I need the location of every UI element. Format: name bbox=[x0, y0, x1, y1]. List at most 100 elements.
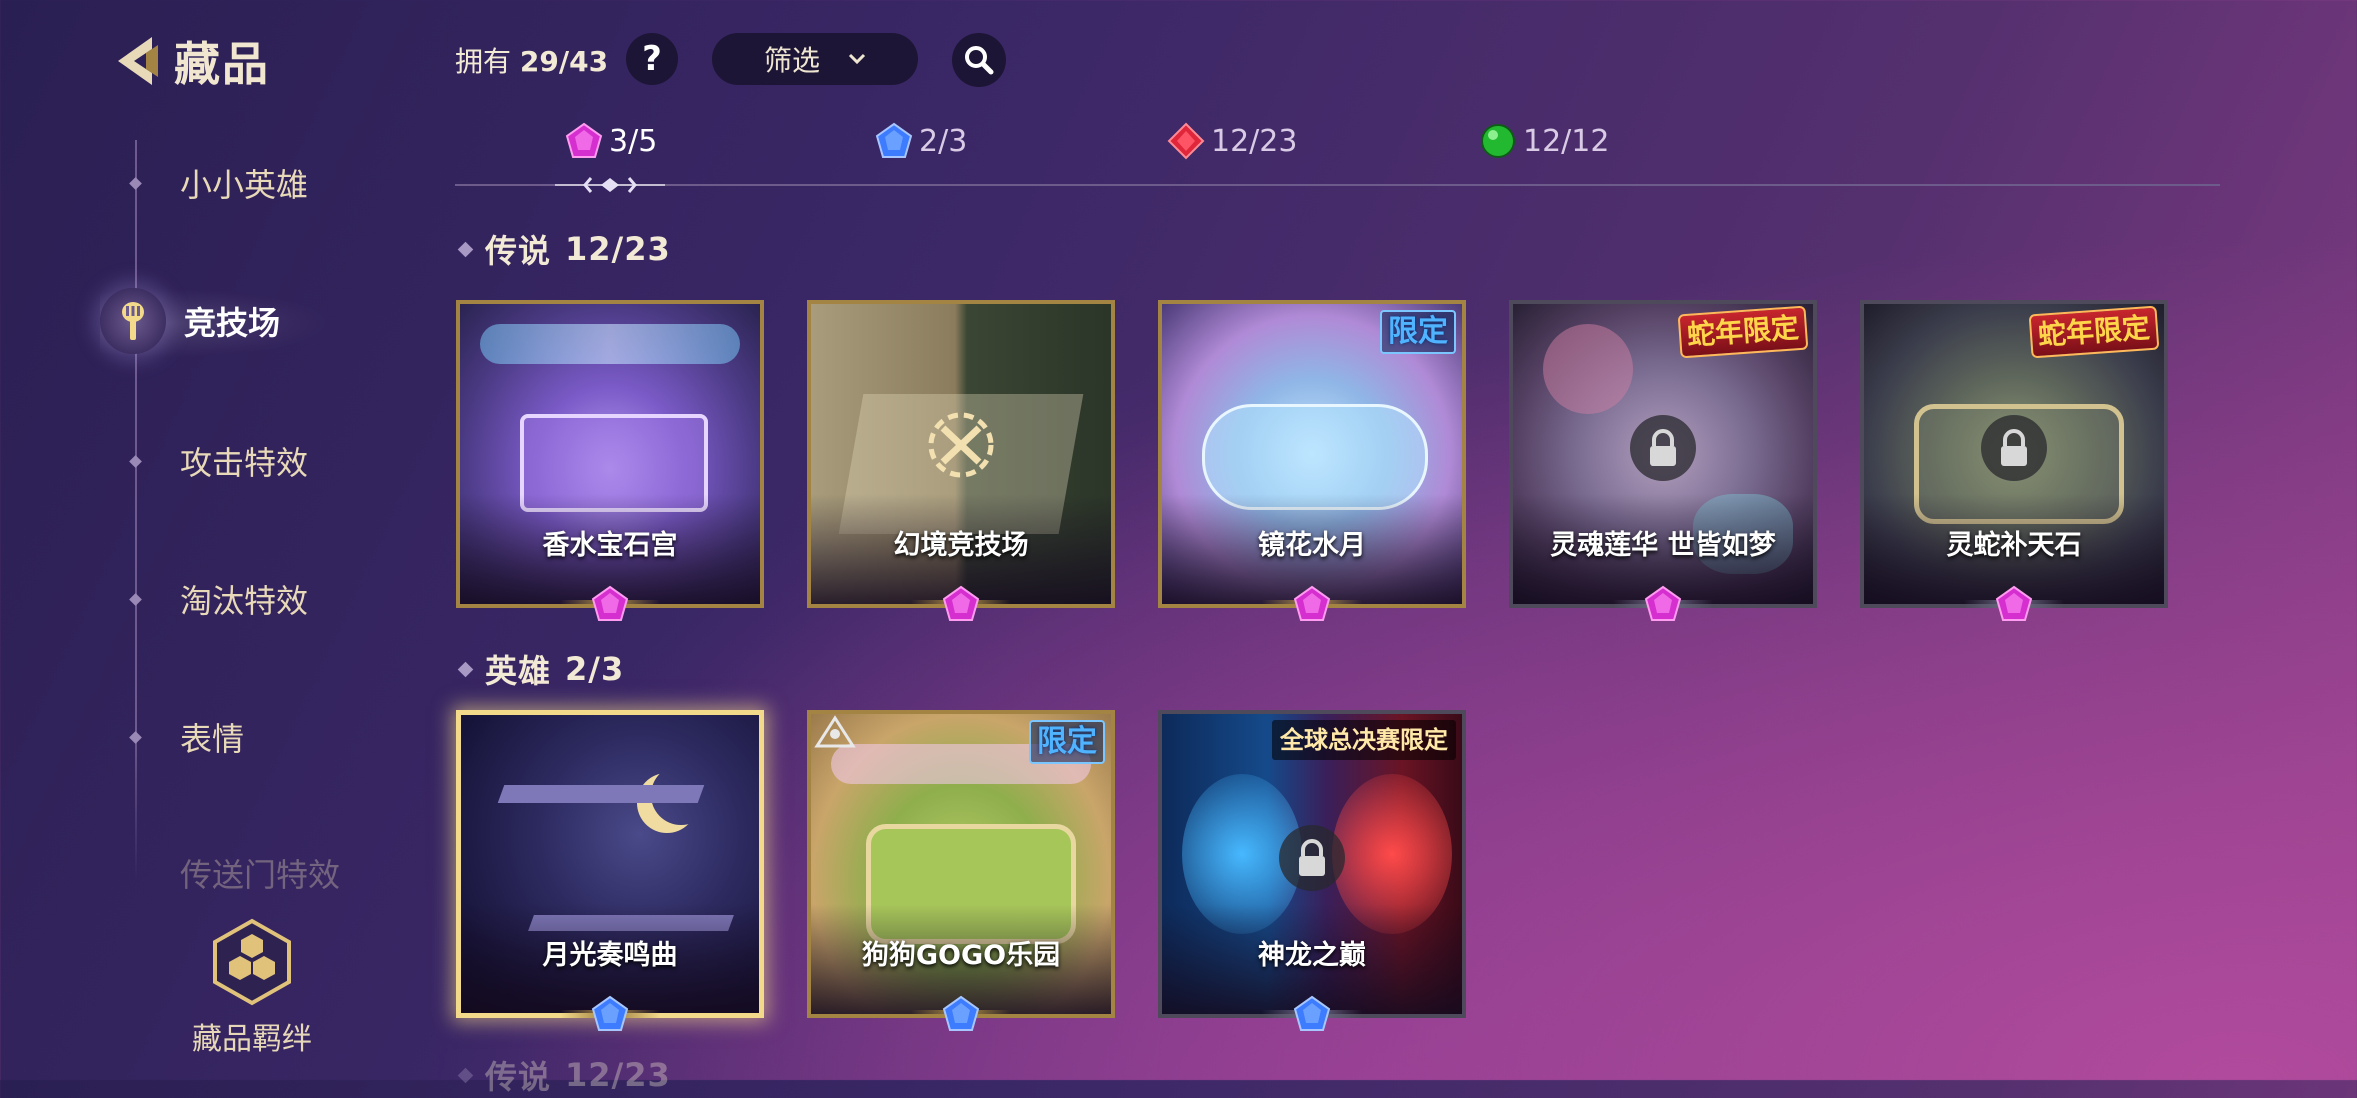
sidebar-item-label: 攻击特效 bbox=[180, 444, 309, 482]
sidebar-item-little-legends[interactable]: 小小英雄 bbox=[120, 160, 308, 206]
limited-tag: 限定 bbox=[1380, 310, 1456, 354]
purple-gem-icon bbox=[591, 585, 629, 621]
search-icon bbox=[965, 46, 994, 75]
arena-card[interactable]: 全球总决赛限定 神龙之巅 bbox=[1158, 710, 1466, 1031]
section-count: 2/3 bbox=[565, 650, 625, 688]
purple-gem-icon bbox=[1644, 585, 1682, 621]
back-button[interactable]: 藏品 bbox=[108, 28, 270, 94]
arena-name: 灵蛇补天石 bbox=[1946, 530, 2082, 561]
sidebar-item-label: 传送门特效 bbox=[180, 856, 341, 894]
workshop-tools-icon bbox=[928, 412, 994, 478]
chevron-down-icon bbox=[848, 53, 866, 65]
rarity-gem bbox=[555, 994, 665, 1034]
sidebar-item-label: 竞技场 bbox=[184, 304, 281, 342]
sidebar-item-arena[interactable]: 竞技场 bbox=[100, 288, 281, 354]
section-header-epic: 英雄 2/3 bbox=[457, 646, 625, 692]
owned-count: 拥有 29/43 bbox=[455, 40, 608, 80]
tab-count: 12/12 bbox=[1523, 123, 1610, 159]
section-diamond-icon bbox=[457, 661, 474, 677]
rarity-gem bbox=[1257, 584, 1367, 624]
nav-dot bbox=[129, 592, 142, 606]
rarity-gem bbox=[1959, 584, 2069, 624]
tab-red[interactable]: 12/23 bbox=[1167, 122, 1297, 160]
lock-icon bbox=[1279, 824, 1345, 891]
sidebar-item-portal-effects[interactable]: 传送门特效 bbox=[120, 850, 340, 896]
page-title: 藏品 bbox=[174, 37, 270, 91]
rarity-gem bbox=[1608, 584, 1718, 624]
tabs-divider bbox=[455, 184, 2220, 186]
owned-value: 29/43 bbox=[519, 45, 609, 78]
rarity-tabs: 3/5 2/3 12/23 12/12 bbox=[455, 122, 2220, 193]
arena-name: 灵魂莲华 世皆如梦 bbox=[1550, 530, 1776, 561]
tab-count: 3/5 bbox=[609, 123, 658, 159]
lock-icon bbox=[1630, 414, 1696, 481]
tab-count: 2/3 bbox=[919, 123, 968, 159]
section-header-legendary-2: 传说 12/23 bbox=[457, 1052, 671, 1098]
sidebar-item-label: 表情 bbox=[180, 720, 245, 758]
sidebar-item-label: 淘汰特效 bbox=[180, 582, 309, 620]
help-icon: ? bbox=[642, 39, 662, 79]
filter-dropdown[interactable]: 筛选 bbox=[712, 33, 918, 85]
arena-card[interactable]: 限定 狗狗GOGO乐园 bbox=[807, 710, 1115, 1031]
arena-name: 狗狗GOGO乐园 bbox=[861, 940, 1061, 971]
arena-card[interactable]: 香水宝石宫 bbox=[456, 300, 764, 621]
section-header-legendary: 传说 12/23 bbox=[457, 226, 671, 272]
rarity-gem bbox=[1257, 994, 1367, 1034]
rarity-gem bbox=[906, 994, 1016, 1034]
section-count: 12/23 bbox=[565, 230, 671, 268]
sidebar-item-emotes[interactable]: 表情 bbox=[120, 714, 244, 760]
section-title: 英雄 bbox=[485, 652, 552, 690]
nav-dot bbox=[129, 176, 142, 190]
nav-dot bbox=[129, 454, 142, 468]
arena-name: 月光奏鸣曲 bbox=[542, 940, 678, 971]
rarity-gem bbox=[555, 584, 665, 624]
worlds-limited-tag: 全球总决赛限定 bbox=[1272, 720, 1456, 760]
red-gem-icon bbox=[1167, 122, 1205, 160]
purple-gem-icon bbox=[942, 585, 980, 621]
section-diamond-icon bbox=[457, 241, 474, 257]
section-diamond-icon bbox=[457, 1067, 474, 1083]
sidebar-item-elimination-effects[interactable]: 淘汰特效 bbox=[120, 576, 308, 622]
arena-card[interactable]: 蛇年限定 灵蛇补天石 bbox=[1860, 300, 2168, 621]
tab-green[interactable]: 12/12 bbox=[1479, 122, 1609, 160]
blue-gem-icon bbox=[591, 995, 629, 1031]
filter-label: 筛选 bbox=[763, 44, 820, 77]
sidebar-item-attack-effects[interactable]: 攻击特效 bbox=[120, 438, 308, 484]
arena-name: 镜花水月 bbox=[1258, 530, 1366, 561]
owned-prefix: 拥有 bbox=[455, 45, 512, 78]
collection-bond-button[interactable]: 藏品羁绊 bbox=[190, 918, 314, 1058]
arena-name: 神龙之巅 bbox=[1258, 940, 1366, 971]
snake-year-limited-tag: 蛇年限定 bbox=[1677, 305, 1809, 359]
snake-year-limited-tag: 蛇年限定 bbox=[2028, 305, 2160, 359]
nav-rail bbox=[135, 140, 137, 880]
blue-gem-icon bbox=[942, 995, 980, 1031]
search-button[interactable] bbox=[952, 33, 1006, 87]
rarity-gem bbox=[906, 584, 1016, 624]
blue-gem-icon bbox=[1293, 995, 1331, 1031]
collection-bond-label: 藏品羁绊 bbox=[192, 1022, 312, 1057]
tab-selection-indicator bbox=[555, 177, 665, 193]
help-button[interactable]: ? bbox=[626, 33, 678, 85]
back-arrow-icon bbox=[118, 37, 158, 85]
arena-card[interactable]: 蛇年限定 灵魂莲华 世皆如梦 bbox=[1509, 300, 1817, 621]
nav-dot bbox=[129, 730, 142, 744]
blue-gem-icon bbox=[875, 122, 913, 158]
tab-purple[interactable]: 3/5 bbox=[565, 122, 657, 160]
hexagon-bond-icon bbox=[213, 918, 291, 1006]
arena-card[interactable]: 限定 镜花水月 bbox=[1158, 300, 1466, 621]
section-title: 传说 bbox=[485, 232, 552, 270]
lock-icon bbox=[1981, 414, 2047, 481]
section-count: 12/23 bbox=[565, 1056, 671, 1094]
spatula-badge-icon bbox=[814, 715, 856, 748]
green-orb-icon bbox=[1481, 124, 1515, 158]
arena-card[interactable]: 月光奏鸣曲 bbox=[456, 710, 764, 1031]
limited-tag: 限定 bbox=[1029, 720, 1105, 764]
arena-name: 香水宝石宫 bbox=[542, 530, 678, 561]
purple-gem-icon bbox=[565, 122, 603, 158]
section-title: 传说 bbox=[485, 1058, 552, 1096]
arena-card[interactable]: 幻境竞技场 bbox=[807, 300, 1115, 621]
tab-blue[interactable]: 2/3 bbox=[875, 122, 967, 160]
arena-name: 幻境竞技场 bbox=[893, 530, 1029, 561]
sidebar-item-label: 小小英雄 bbox=[180, 166, 309, 204]
purple-gem-icon bbox=[1995, 585, 2033, 621]
